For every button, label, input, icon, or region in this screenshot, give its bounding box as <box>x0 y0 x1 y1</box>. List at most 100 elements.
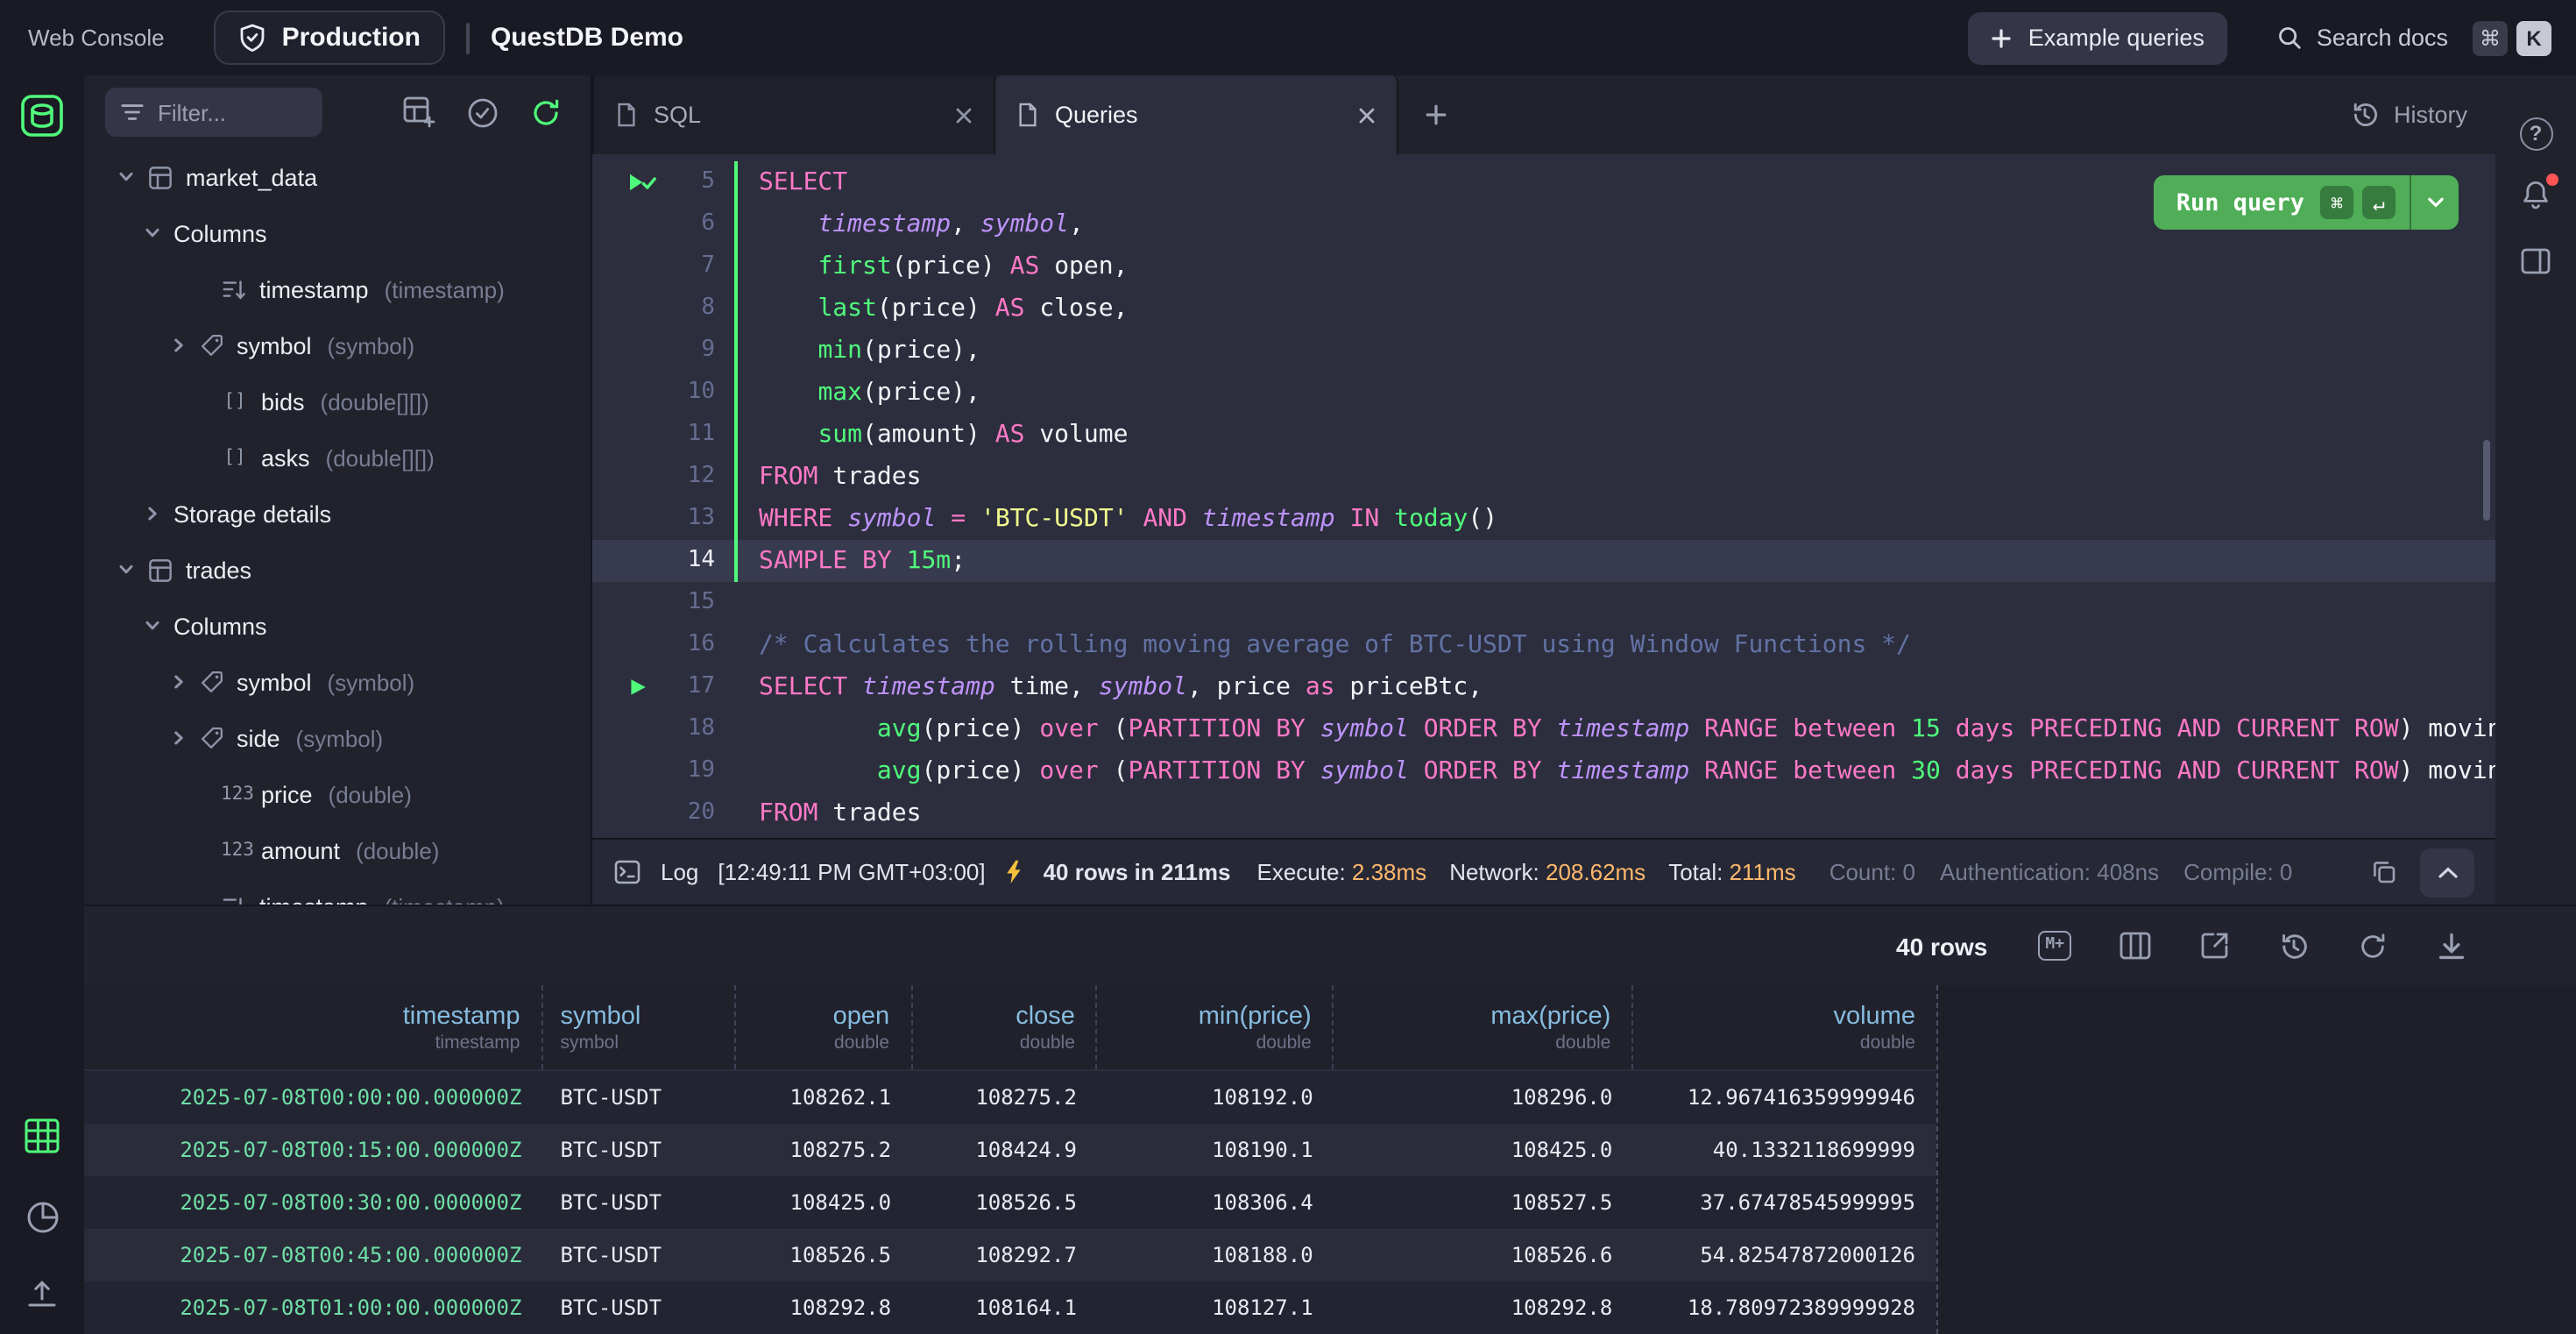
tree-item-market-data[interactable]: market_data <box>84 149 591 205</box>
chevron-right-icon[interactable] <box>170 337 188 354</box>
chevron-right-icon[interactable] <box>170 729 188 747</box>
tree-item-symbol[interactable]: symbol(symbol) <box>84 317 591 373</box>
code-line-17[interactable]: 17SELECT timestamp time, symbol, price a… <box>592 666 2495 708</box>
table-columns-icon[interactable] <box>2119 931 2152 961</box>
chevron-down-icon[interactable] <box>2411 175 2459 230</box>
cell-symbol[interactable]: BTC-USDT <box>542 1229 735 1281</box>
tree-item-bids[interactable]: []bids(double[][]) <box>84 373 591 429</box>
cell-close[interactable]: 108526.5 <box>912 1176 1098 1229</box>
export-icon[interactable] <box>2199 931 2231 961</box>
filter-box[interactable] <box>105 88 322 137</box>
cell-volume[interactable]: 37.67478545999995 <box>1633 1176 1936 1229</box>
cell-min-price-[interactable]: 108306.4 <box>1098 1176 1334 1229</box>
tab-queries[interactable]: Queries <box>995 75 1398 154</box>
cell-timestamp[interactable]: 2025-07-08T00:15:00.000000Z <box>84 1124 542 1176</box>
cell-volume[interactable]: 40.1332118699999 <box>1633 1124 1936 1176</box>
column-header-close[interactable]: closedouble <box>912 985 1098 1069</box>
cell-symbol[interactable]: BTC-USDT <box>542 1176 735 1229</box>
tree-item-asks[interactable]: []asks(double[][]) <box>84 429 591 486</box>
code-line-20[interactable]: 20FROM trades <box>592 792 2495 834</box>
code-line-12[interactable]: 12FROM trades <box>592 456 2495 498</box>
cell-open[interactable]: 108292.8 <box>735 1281 912 1334</box>
chevron-right-icon[interactable] <box>170 673 188 691</box>
close-icon[interactable] <box>955 106 973 124</box>
tree-item-price[interactable]: 123price(double) <box>84 766 591 822</box>
cell-min-price-[interactable]: 108188.0 <box>1098 1229 1334 1281</box>
run-query-button[interactable]: Run query ⌘ ↵ <box>2154 175 2459 230</box>
tree-item-symbol[interactable]: symbol(symbol) <box>84 654 591 710</box>
code-line-14[interactable]: 14SAMPLE BY 15m; <box>592 540 2495 582</box>
code-line-15[interactable]: 15 <box>592 582 2495 624</box>
download-icon[interactable] <box>2436 930 2467 961</box>
new-tab-icon[interactable] <box>1398 75 1472 154</box>
check-circle-icon[interactable] <box>466 96 499 129</box>
chevron-down-icon[interactable] <box>117 561 135 578</box>
column-header-min-price-[interactable]: min(price)double <box>1098 985 1334 1069</box>
run-statement-icon[interactable] <box>627 677 648 698</box>
cell-open[interactable]: 108425.0 <box>735 1176 912 1229</box>
code-line-9[interactable]: 9 min(price), <box>592 330 2495 372</box>
tab-sql[interactable]: SQL <box>592 75 995 154</box>
history-button[interactable]: History <box>2350 75 2467 154</box>
example-queries-button[interactable]: Example queries <box>1969 11 2227 64</box>
add-table-icon[interactable] <box>401 95 436 130</box>
tree-item-amount[interactable]: 123amount(double) <box>84 822 591 878</box>
questdb-logo-icon[interactable] <box>19 93 65 138</box>
chevron-down-icon[interactable] <box>117 168 135 186</box>
cell-volume[interactable]: 18.780972389999928 <box>1633 1281 1936 1334</box>
cell-volume[interactable]: 12.967416359999946 <box>1633 1071 1936 1124</box>
cell-symbol[interactable]: BTC-USDT <box>542 1071 735 1124</box>
cell-close[interactable]: 108424.9 <box>912 1124 1098 1176</box>
cell-open[interactable]: 108275.2 <box>735 1124 912 1176</box>
cell-symbol[interactable]: BTC-USDT <box>542 1124 735 1176</box>
cell-timestamp[interactable]: 2025-07-08T00:00:00.000000Z <box>84 1071 542 1124</box>
cell-max-price-[interactable]: 108296.0 <box>1334 1071 1634 1124</box>
collapse-log-button[interactable] <box>2420 848 2474 897</box>
tree-item-trades[interactable]: trades <box>84 542 591 598</box>
code-line-7[interactable]: 7 first(price) AS open, <box>592 245 2495 287</box>
chevron-down-icon[interactable] <box>144 617 161 635</box>
code-line-13[interactable]: 13WHERE symbol = 'BTC-USDT' AND timestam… <box>592 498 2495 540</box>
cell-min-price-[interactable]: 108192.0 <box>1098 1071 1334 1124</box>
cell-close[interactable]: 108292.7 <box>912 1229 1098 1281</box>
grid-view-icon[interactable] <box>23 1117 61 1155</box>
column-header-symbol[interactable]: symbolsymbol <box>542 985 735 1069</box>
pie-chart-icon[interactable] <box>23 1197 61 1236</box>
query-history-icon[interactable] <box>2278 930 2310 961</box>
chevron-down-icon[interactable] <box>144 224 161 242</box>
cell-open[interactable]: 108526.5 <box>735 1229 912 1281</box>
cell-max-price-[interactable]: 108425.0 <box>1334 1124 1634 1176</box>
reload-tables-icon[interactable] <box>529 96 563 129</box>
code-line-18[interactable]: 18 avg(price) over (PARTITION BY symbol … <box>592 708 2495 750</box>
editor-scrollbar-thumb[interactable] <box>2483 440 2490 521</box>
markdown-copy-icon[interactable]: M+ <box>2038 931 2071 961</box>
refresh-icon[interactable] <box>2357 930 2388 961</box>
side-panel-icon[interactable] <box>2518 244 2553 279</box>
chevron-right-icon[interactable] <box>144 505 161 522</box>
filter-input[interactable] <box>158 99 305 125</box>
tree-item-storage-details[interactable]: Storage details <box>84 486 591 542</box>
run-statement-icon[interactable] <box>627 172 657 193</box>
cell-timestamp[interactable]: 2025-07-08T01:00:00.000000Z <box>84 1281 542 1334</box>
import-icon[interactable] <box>23 1274 61 1313</box>
search-docs-button[interactable]: Search docs ⌘ K <box>2276 20 2551 55</box>
cell-timestamp[interactable]: 2025-07-08T00:30:00.000000Z <box>84 1176 542 1229</box>
code-line-16[interactable]: 16/* Calculates the rolling moving avera… <box>592 624 2495 666</box>
cell-volume[interactable]: 54.82547872000126 <box>1633 1229 1936 1281</box>
column-header-timestamp[interactable]: timestamptimestamp <box>84 985 542 1069</box>
environment-badge[interactable]: Production <box>214 11 445 65</box>
cell-open[interactable]: 108262.1 <box>735 1071 912 1124</box>
cell-min-price-[interactable]: 108190.1 <box>1098 1124 1334 1176</box>
cell-min-price-[interactable]: 108127.1 <box>1098 1281 1334 1334</box>
notifications-bell-icon[interactable] <box>2518 177 2553 212</box>
code-line-10[interactable]: 10 max(price), <box>592 372 2495 414</box>
tree-item-columns[interactable]: Columns <box>84 205 591 261</box>
tree-item-timestamp[interactable]: timestamp(timestamp) <box>84 261 591 317</box>
cell-symbol[interactable]: BTC-USDT <box>542 1281 735 1334</box>
cell-close[interactable]: 108164.1 <box>912 1281 1098 1334</box>
column-header-open[interactable]: opendouble <box>735 985 912 1069</box>
tree-item-columns[interactable]: Columns <box>84 598 591 654</box>
column-header-volume[interactable]: volumedouble <box>1633 985 1936 1069</box>
code-line-11[interactable]: 11 sum(amount) AS volume <box>592 414 2495 456</box>
cell-timestamp[interactable]: 2025-07-08T00:45:00.000000Z <box>84 1229 542 1281</box>
